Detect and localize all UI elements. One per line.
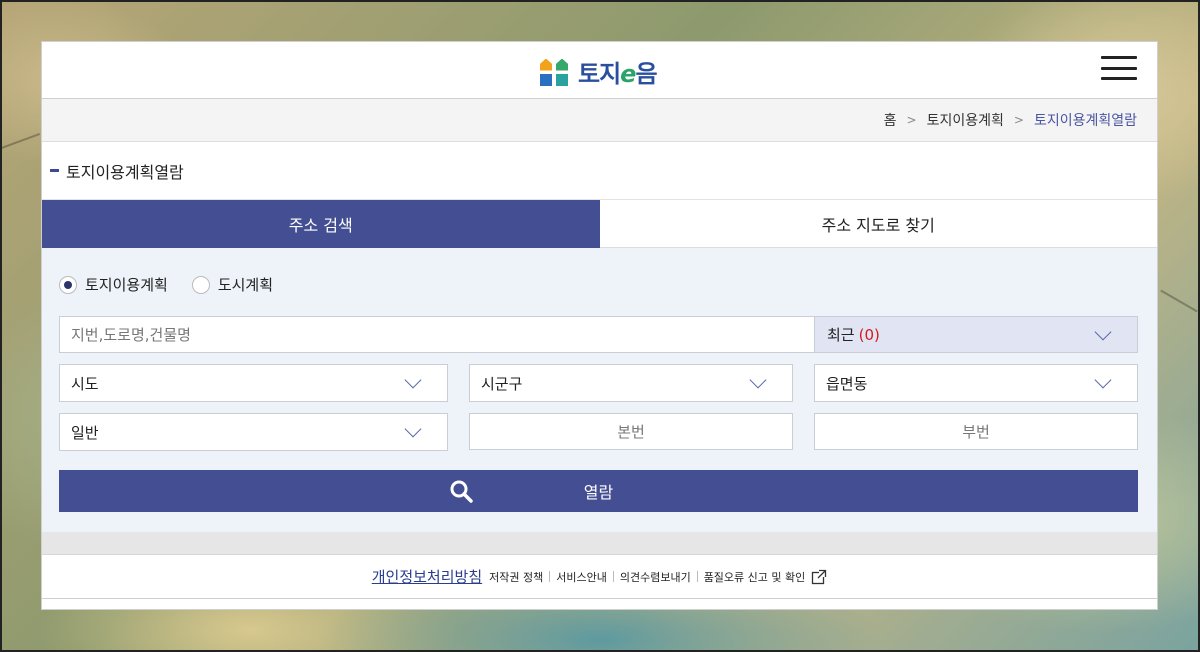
chevron-down-icon <box>404 371 422 389</box>
logo-mark-icon <box>540 57 570 87</box>
footer: 개인정보처리방침 저작권 정책 서비스안내 의견수렴보내기 품질오류 신고 및 … <box>42 554 1157 599</box>
external-link-icon[interactable] <box>811 568 828 585</box>
radio-urban-plan[interactable]: 도시계획 <box>191 274 273 295</box>
footer-privacy-link[interactable]: 개인정보처리방침 <box>372 566 482 587</box>
logo[interactable]: 토지e음 <box>540 54 658 89</box>
tab-address-search[interactable]: 주소 검색 <box>42 200 600 248</box>
divider-strip <box>42 532 1157 554</box>
title-dash-icon <box>50 169 59 172</box>
sido-select[interactable]: 시도 <box>59 364 448 402</box>
breadcrumb-home[interactable]: 홈 <box>884 110 897 130</box>
footer-opinion-link[interactable]: 의견수렴보내기 <box>620 569 691 585</box>
lot-type-select[interactable]: 일반 <box>59 413 448 451</box>
sigungu-select[interactable]: 시군구 <box>469 364 793 402</box>
page-title: 토지이용계획열람 <box>42 142 1157 200</box>
hamburger-menu-icon[interactable] <box>1101 56 1137 80</box>
recent-count: (0) <box>858 325 880 344</box>
chevron-down-icon <box>749 371 767 389</box>
radio-checked-icon <box>59 275 77 294</box>
chevron-right-icon: > <box>906 113 917 127</box>
radio-land-use-plan[interactable]: 토지이용계획 <box>59 274 168 295</box>
search-icon <box>450 480 473 503</box>
chevron-down-icon <box>404 420 422 438</box>
chevron-down-icon <box>1094 371 1112 389</box>
logo-text: 토지e음 <box>578 60 658 88</box>
address-search-input[interactable]: 지번,도로명,건물명 <box>59 316 815 353</box>
breadcrumb-current: 토지이용계획열람 <box>1033 113 1137 129</box>
footer-quality-link[interactable]: 품질오류 신고 및 확인 <box>704 569 806 585</box>
plan-type-radios: 토지이용계획 도시계획 <box>59 274 273 295</box>
sub-lot-number-input[interactable]: 부번 <box>814 413 1138 450</box>
eupmyeondong-select[interactable]: 읍면동 <box>814 364 1138 402</box>
chevron-down-icon <box>1094 323 1112 340</box>
header: 토지e음 <box>42 42 1157 99</box>
recent-searches-dropdown[interactable]: 최근 (0) <box>814 316 1138 353</box>
view-button[interactable]: 열람 <box>59 470 1138 512</box>
tab-map-search[interactable]: 주소 지도로 찾기 <box>599 200 1157 248</box>
search-form: 토지이용계획 도시계획 지번,도로명,건물명 최근 (0) 시도 시군구 읍면동 <box>42 248 1157 532</box>
main-panel: 토지e음 홈 > 토지이용계획 > 토지이용계획열람 토지이용계획열람 주소 검… <box>41 41 1158 610</box>
footer-copyright-link[interactable]: 저작권 정책 <box>489 569 543 585</box>
main-lot-number-input[interactable]: 본번 <box>469 413 793 450</box>
search-tabs: 주소 검색 주소 지도로 찾기 <box>42 200 1157 248</box>
chevron-right-icon: > <box>1013 113 1024 127</box>
breadcrumb: 홈 > 토지이용계획 > 토지이용계획열람 <box>42 99 1157 142</box>
footer-service-link[interactable]: 서비스안내 <box>556 569 607 585</box>
radio-unchecked-icon <box>191 275 210 294</box>
page-title-text: 토지이용계획열람 <box>66 162 184 182</box>
breadcrumb-land-use-plan[interactable]: 토지이용계획 <box>927 110 1004 130</box>
